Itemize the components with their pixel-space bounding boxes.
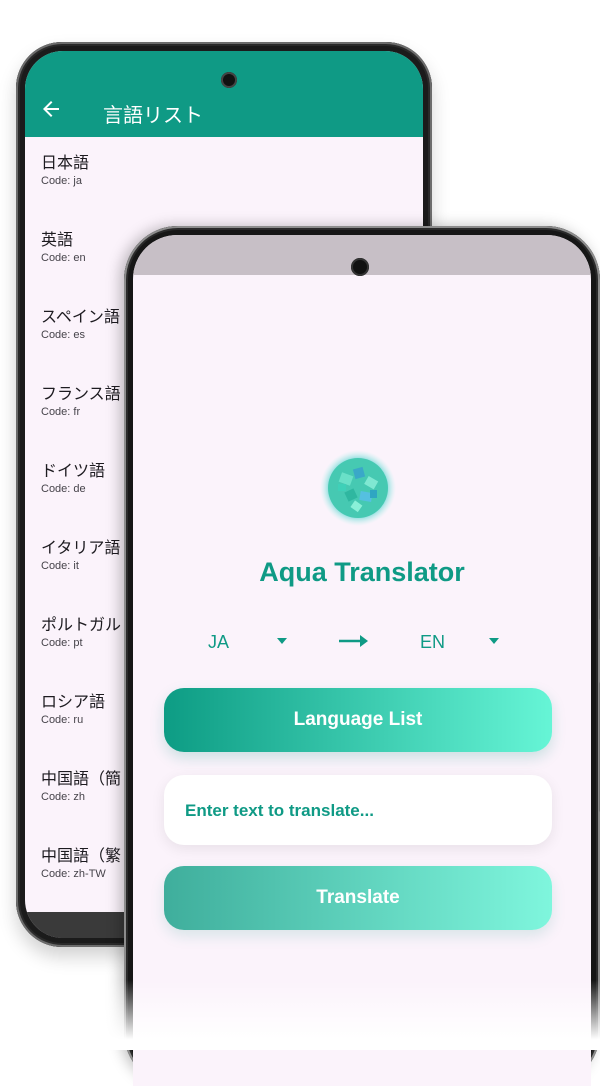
language-list-button[interactable]: Language List <box>164 688 552 752</box>
camera-cutout <box>221 72 237 88</box>
front-phone-frame: Aqua Translator JA EN Language List Tran… <box>124 226 600 1086</box>
language-list-item[interactable]: 日本語 Code: ja <box>25 152 423 220</box>
translate-button[interactable]: Translate <box>164 866 552 930</box>
language-name: 日本語 <box>41 153 90 172</box>
target-language-select[interactable]: EN <box>420 628 445 656</box>
target-dropdown-caret-icon[interactable] <box>489 638 499 644</box>
bottom-fade <box>0 980 600 1050</box>
source-language-select[interactable]: JA <box>208 628 229 656</box>
translate-text-input[interactable] <box>183 775 537 847</box>
language-selector-row: JA EN <box>133 628 591 658</box>
page-title: 言語リスト <box>103 103 203 127</box>
arrow-right-icon <box>339 635 368 647</box>
app-title: Aqua Translator <box>259 557 465 587</box>
camera-cutout <box>351 258 369 276</box>
source-dropdown-caret-icon[interactable] <box>277 638 287 644</box>
app-logo-icon <box>320 450 396 526</box>
app-bar: 言語リスト <box>25 51 423 137</box>
translator-screen: Aqua Translator JA EN Language List Tran… <box>133 235 591 1086</box>
text-input-card <box>164 775 552 847</box>
language-code: Code: ja <box>41 175 82 187</box>
back-arrow-icon[interactable] <box>39 97 63 121</box>
